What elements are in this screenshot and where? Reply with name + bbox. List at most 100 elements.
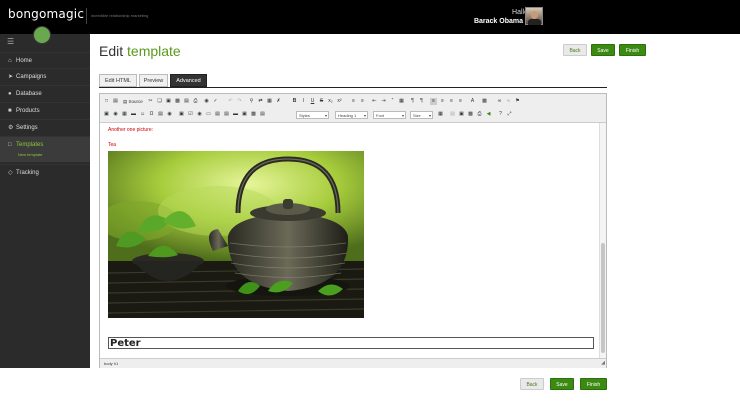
spellcheck-icon[interactable]: ✓ (212, 98, 219, 105)
hidden-field-icon[interactable]: ▩ (250, 111, 257, 118)
template-icon[interactable]: ▣ (458, 111, 465, 118)
back-button-top[interactable]: Back (563, 44, 587, 56)
redo-icon[interactable]: ↷ (236, 98, 243, 105)
extra-field-icon[interactable]: ▤ (259, 111, 266, 118)
maximize-icon[interactable]: ⤢ (506, 111, 513, 118)
tab-advanced[interactable]: Advanced (170, 74, 207, 87)
align-justify-icon[interactable]: ≡ (457, 98, 464, 105)
unlink-icon[interactable]: ∞ (505, 98, 512, 105)
button-field-icon[interactable]: ▬ (232, 111, 239, 118)
find-icon[interactable]: ⚲ (248, 98, 255, 105)
subscript-icon[interactable]: x₂ (327, 98, 334, 105)
editor-scrollbar[interactable] (599, 123, 606, 358)
align-left-icon[interactable]: ≡ (430, 98, 437, 105)
font-select[interactable]: Font (373, 111, 406, 119)
anchor-icon[interactable]: ⚑ (514, 98, 521, 105)
sidebar-item-campaigns[interactable]: ➤ Campaigns (0, 68, 90, 84)
align-rtl-icon[interactable]: ¶ (418, 98, 425, 105)
outdent-icon[interactable]: ⇤ (371, 98, 378, 105)
indent-icon[interactable]: ⇥ (380, 98, 387, 105)
paste-text-icon[interactable]: ▩ (174, 98, 181, 105)
element-path[interactable]: body h1 (100, 361, 118, 366)
size-select[interactable]: Size (410, 111, 433, 119)
editor-content[interactable]: Another one picture: Tea Peter (100, 123, 598, 358)
iframe-icon[interactable]: ◉ (166, 111, 173, 118)
bold-icon[interactable]: B (291, 98, 298, 105)
superscript-icon[interactable]: x² (336, 98, 343, 105)
tab-preview[interactable]: Preview (139, 74, 168, 87)
strikethrough-icon[interactable]: S (318, 98, 325, 105)
sidebar-item-home[interactable]: ⌂ Home (0, 52, 90, 68)
table-icon[interactable]: ▦ (121, 111, 128, 118)
user-name[interactable]: Barack Obama (474, 18, 523, 25)
teapot-image[interactable] (108, 151, 364, 318)
bulleted-list-icon[interactable]: ≡ (359, 98, 366, 105)
smiley-icon[interactable]: ☺ (139, 111, 146, 118)
print-alt-icon[interactable]: ⎙ (476, 111, 483, 118)
undo-icon[interactable]: ↶ (227, 98, 234, 105)
radio-icon[interactable]: ◉ (196, 111, 203, 118)
form-icon[interactable]: ▣ (178, 111, 185, 118)
italic-icon[interactable]: I (300, 98, 307, 105)
underline-icon[interactable]: U (309, 98, 316, 105)
image-button-icon[interactable]: ▣ (241, 111, 248, 118)
remove-format-icon[interactable]: ✗ (275, 98, 282, 105)
editor-toolbar: □ ▤ ▤ Source ✂ ❏ ▣ ▩ ▤ ⎙ ◉ ✓ ↶ ↷ ⚲ ⇄ ▦ ✗… (100, 94, 606, 123)
new-page-icon[interactable]: □ (103, 98, 110, 105)
sidebar-item-database[interactable]: ● Database (0, 85, 90, 101)
page-break-icon[interactable]: ▤ (157, 111, 164, 118)
sidebar-item-settings[interactable]: ⚙ Settings (0, 119, 90, 135)
save-button-bottom[interactable]: Save (550, 378, 574, 390)
source-button[interactable]: ▤ Source (123, 98, 143, 105)
tab-edit-html[interactable]: Edit HTML (99, 74, 137, 87)
text-field-icon[interactable]: ▭ (205, 111, 212, 118)
sidebar-subitem-new-template[interactable]: New template (18, 152, 42, 158)
copy-icon[interactable]: ❏ (156, 98, 163, 105)
sidebar-item-tracking[interactable]: ◇ Tracking (0, 164, 90, 180)
preview-alt-icon[interactable]: ▤ (449, 111, 456, 118)
save-button-top[interactable]: Save (591, 44, 615, 56)
user-avatar[interactable] (525, 7, 543, 25)
name-heading-field[interactable]: Peter (108, 337, 594, 349)
flash-icon[interactable]: ◉ (112, 111, 119, 118)
share-icon[interactable]: ◀ (485, 111, 492, 118)
styles-select[interactable]: Styles (296, 111, 329, 119)
blockquote-icon[interactable]: ” (389, 98, 396, 105)
preview-icon[interactable]: ◉ (203, 98, 210, 105)
paste-icon[interactable]: ▣ (165, 98, 172, 105)
home-icon: ⌂ (8, 58, 12, 64)
finish-button-bottom[interactable]: Finish (580, 378, 607, 390)
background-color-icon[interactable]: ▩ (481, 98, 488, 105)
horizontal-line-icon[interactable]: ▬ (130, 111, 137, 118)
finish-button-top[interactable]: Finish (619, 44, 646, 56)
save-icon[interactable]: ▩ (467, 111, 474, 118)
select-field-icon[interactable]: ▤ (223, 111, 230, 118)
replace-icon[interactable]: ⇄ (257, 98, 264, 105)
textarea-icon[interactable]: ▤ (214, 111, 221, 118)
help-icon[interactable]: ? (497, 111, 504, 118)
select-all-icon[interactable]: ▦ (266, 98, 273, 105)
format-select[interactable]: Heading 1 (335, 111, 368, 119)
paste-word-icon[interactable]: ▤ (183, 98, 190, 105)
app-logo[interactable]: bongomagic (8, 7, 84, 21)
link-icon[interactable]: ∞ (496, 98, 503, 105)
align-right-icon[interactable]: ≡ (448, 98, 455, 105)
sidebar-item-templates[interactable]: □ Templates New template (0, 136, 90, 162)
sidebar-item-products[interactable]: ■ Products (0, 102, 90, 118)
show-blocks-icon[interactable]: ▦ (437, 111, 444, 118)
print-icon[interactable]: ⎙ (192, 98, 199, 105)
special-char-icon[interactable]: Ω (148, 111, 155, 118)
cut-icon[interactable]: ✂ (147, 98, 154, 105)
text-color-icon[interactable]: A (469, 98, 476, 105)
menu-toggle-icon[interactable]: ☰ (7, 37, 14, 46)
image-icon[interactable]: ▣ (103, 111, 110, 118)
back-button-bottom[interactable]: Back (520, 378, 544, 390)
numbered-list-icon[interactable]: ≡ (350, 98, 357, 105)
resize-handle-icon[interactable]: ◢ (601, 359, 605, 368)
language-direction-icon[interactable]: ¶ (409, 98, 416, 105)
document-icon[interactable]: ▤ (112, 98, 119, 105)
editor-scroll-thumb[interactable] (601, 243, 605, 353)
div-container-icon[interactable]: ▦ (398, 98, 405, 105)
checkbox-icon[interactable]: ☑ (187, 111, 194, 118)
align-center-icon[interactable]: ≡ (439, 98, 446, 105)
